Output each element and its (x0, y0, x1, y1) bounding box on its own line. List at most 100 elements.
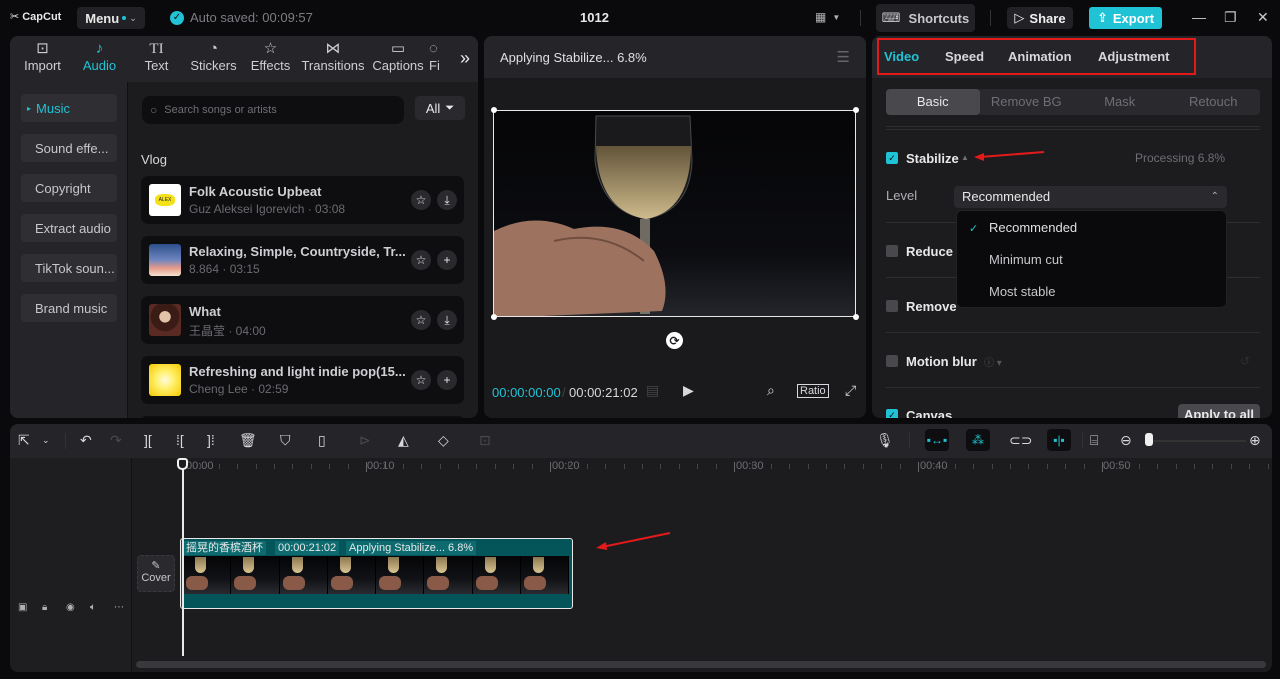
song-item[interactable]: Relaxing, Simple, Countryside, Tr... 8.8… (141, 236, 464, 284)
zoom-to-fit-icon[interactable]: ⌸ (1090, 432, 1098, 449)
eye-icon[interactable]: ◉ (66, 602, 75, 613)
tab-adjustment[interactable]: Adjustment (1098, 49, 1170, 64)
zoom-slider-handle[interactable] (1145, 433, 1153, 446)
cover-button[interactable]: ✎ Cover (137, 555, 175, 592)
marker-icon[interactable]: ⛉ (280, 432, 291, 449)
restore-icon[interactable]: ❐ (1224, 9, 1237, 26)
reduce-checkbox[interactable] (886, 245, 898, 257)
download-icon[interactable]: ⤓ (437, 310, 457, 330)
playhead-handle[interactable] (177, 458, 188, 470)
select-cursor-icon[interactable]: ⇱ (18, 432, 30, 449)
chevron-down-icon[interactable]: ⌄ (42, 435, 50, 446)
subtab-remove-bg[interactable]: Remove BG (980, 89, 1074, 115)
motion-blur-checkbox[interactable] (886, 355, 898, 367)
music-search-input[interactable]: ○ Search songs or artists (142, 96, 404, 124)
subtab-basic[interactable]: Basic (886, 89, 980, 115)
tab-captions[interactable]: ▭ Captions (367, 36, 429, 73)
menu-icon[interactable]: ☰ (837, 48, 850, 66)
sidebar-item-brand-music[interactable]: Brand music (21, 294, 117, 322)
tab-video[interactable]: Video (884, 49, 919, 64)
tab-animation[interactable]: Animation (1008, 49, 1072, 64)
main-track-magnet-icon[interactable]: ▪↔▪ (925, 429, 949, 451)
playhead[interactable] (182, 460, 184, 656)
split-icon[interactable]: ][ (144, 432, 152, 448)
tab-stickers[interactable]: ◔ Stickers (185, 36, 242, 73)
song-item[interactable]: What 王晶莹 · 04:00 ☆ ⤓ (141, 296, 464, 344)
reset-icon[interactable]: ↺ (1240, 354, 1250, 368)
remove-checkbox[interactable] (886, 300, 898, 312)
tab-transitions[interactable]: ⋈ Transitions (299, 36, 367, 73)
sidebar-item-sound-effects[interactable]: Sound effe... (21, 134, 117, 162)
song-item[interactable]: ALEX Folk Acoustic Upbeat Guz Aleksei Ig… (141, 176, 464, 224)
help-icon[interactable]: ⓘ ▾ (984, 354, 1002, 369)
favorite-star-icon[interactable]: ☆ (411, 370, 431, 390)
sidebar-item-copyright[interactable]: Copyright (21, 174, 117, 202)
mirror-icon[interactable]: ◭ (398, 432, 409, 449)
zoom-slider-track[interactable] (1152, 440, 1246, 442)
resize-handle[interactable] (853, 107, 859, 113)
export-button[interactable]: ⇪ Export (1089, 7, 1162, 29)
minimize-icon[interactable]: — (1192, 9, 1206, 25)
volume-icon[interactable]: 🔈︎ (90, 602, 96, 613)
level-option-minimum-cut[interactable]: Minimum cut (989, 252, 1063, 267)
sidebar-item-tiktok-sounds[interactable]: TikTok soun... (21, 254, 117, 282)
play-icon[interactable]: ▶ (683, 382, 694, 399)
layout-button[interactable]: ▦ ▼ (815, 10, 840, 24)
zoom-out-icon[interactable]: ⊖ (1120, 432, 1132, 449)
video-clip[interactable]: 摇晃的香槟酒杯 00:00:21:02 Applying Stabilize..… (180, 538, 573, 609)
favorite-star-icon[interactable]: ☆ (411, 190, 431, 210)
apply-to-all-button[interactable]: Apply to all (1178, 404, 1260, 418)
undo-icon[interactable]: ↶ (80, 432, 92, 449)
shortcuts-button[interactable]: ⌨ Shortcuts (876, 4, 975, 32)
video-preview[interactable] (493, 110, 856, 317)
tab-effects[interactable]: ☆ Effects (242, 36, 299, 73)
auto-snap-icon[interactable]: ⁂ (966, 429, 990, 451)
delete-left-icon[interactable]: ⁞[ (176, 432, 184, 448)
add-icon[interactable]: + (437, 370, 457, 390)
delete-icon[interactable]: 🗑︎ (239, 432, 257, 449)
timeline-horizontal-scrollbar[interactable] (136, 661, 1266, 668)
timeline-ruler[interactable]: 00:00 00:10 00:20 00:30 00:40 00:50 (134, 458, 1272, 480)
stabilize-checkbox[interactable]: ✓ (886, 152, 898, 164)
zoom-in-icon[interactable]: ⊕ (1249, 432, 1261, 449)
preview-axis-icon[interactable]: ▪|▪ (1047, 429, 1071, 451)
delete-right-icon[interactable]: ]⁞ (207, 432, 215, 448)
favorite-star-icon[interactable]: ☆ (411, 310, 431, 330)
project-title[interactable]: 1012 (580, 10, 609, 25)
microphone-icon[interactable]: 🎙︎ (876, 432, 894, 449)
sidebar-item-extract-audio[interactable]: Extract audio (21, 214, 117, 242)
level-option-most-stable[interactable]: Most stable (989, 284, 1055, 299)
filter-button[interactable]: All ⏷ (415, 96, 465, 120)
resize-handle[interactable] (491, 107, 497, 113)
tab-speed[interactable]: Speed (945, 49, 984, 64)
tab-filters[interactable]: ◌ Fi (429, 36, 453, 73)
link-icon[interactable]: ⊂⊃ (1009, 432, 1032, 449)
rotate-clip-icon[interactable]: ◇ (438, 432, 449, 449)
level-select[interactable]: Recommended ⌃ (954, 186, 1227, 208)
fullscreen-icon[interactable]: ⤢ (845, 382, 856, 399)
add-icon[interactable]: + (437, 250, 457, 270)
more-tabs-chevron-icon[interactable]: » (460, 48, 470, 69)
share-button[interactable]: ▷ Share (1007, 7, 1073, 29)
level-option-recommended[interactable]: Recommended (989, 220, 1077, 235)
resize-handle[interactable] (491, 314, 497, 320)
tab-audio[interactable]: ♪ Audio (71, 36, 128, 73)
resize-handle[interactable] (853, 314, 859, 320)
zoom-preview-icon[interactable]: ⌕ (767, 382, 775, 399)
subtab-mask[interactable]: Mask (1073, 89, 1167, 115)
ratio-button[interactable]: Ratio (797, 384, 829, 398)
download-icon[interactable]: ⤓ (437, 190, 457, 210)
sidebar-item-music[interactable]: ▸ Music (21, 94, 117, 122)
canvas-checkbox[interactable]: ✓ (886, 409, 898, 418)
tab-import[interactable]: ⊡ Import (14, 36, 71, 73)
lock-icon[interactable]: 🔒︎ (42, 602, 47, 613)
freeze-frame-icon[interactable]: ▯ (318, 432, 326, 449)
more-options-icon[interactable]: ⋯ (114, 602, 124, 613)
tab-text[interactable]: TI Text (128, 36, 185, 73)
track-video-icon[interactable]: ▣ (18, 602, 27, 613)
subtab-retouch[interactable]: Retouch (1167, 89, 1261, 115)
menu-button[interactable]: Menu ⌄ (77, 7, 145, 29)
rotate-icon[interactable]: ⟳ (666, 332, 683, 349)
song-item[interactable]: Refreshing and light indie pop(15... Che… (141, 356, 464, 404)
favorite-star-icon[interactable]: ☆ (411, 250, 431, 270)
